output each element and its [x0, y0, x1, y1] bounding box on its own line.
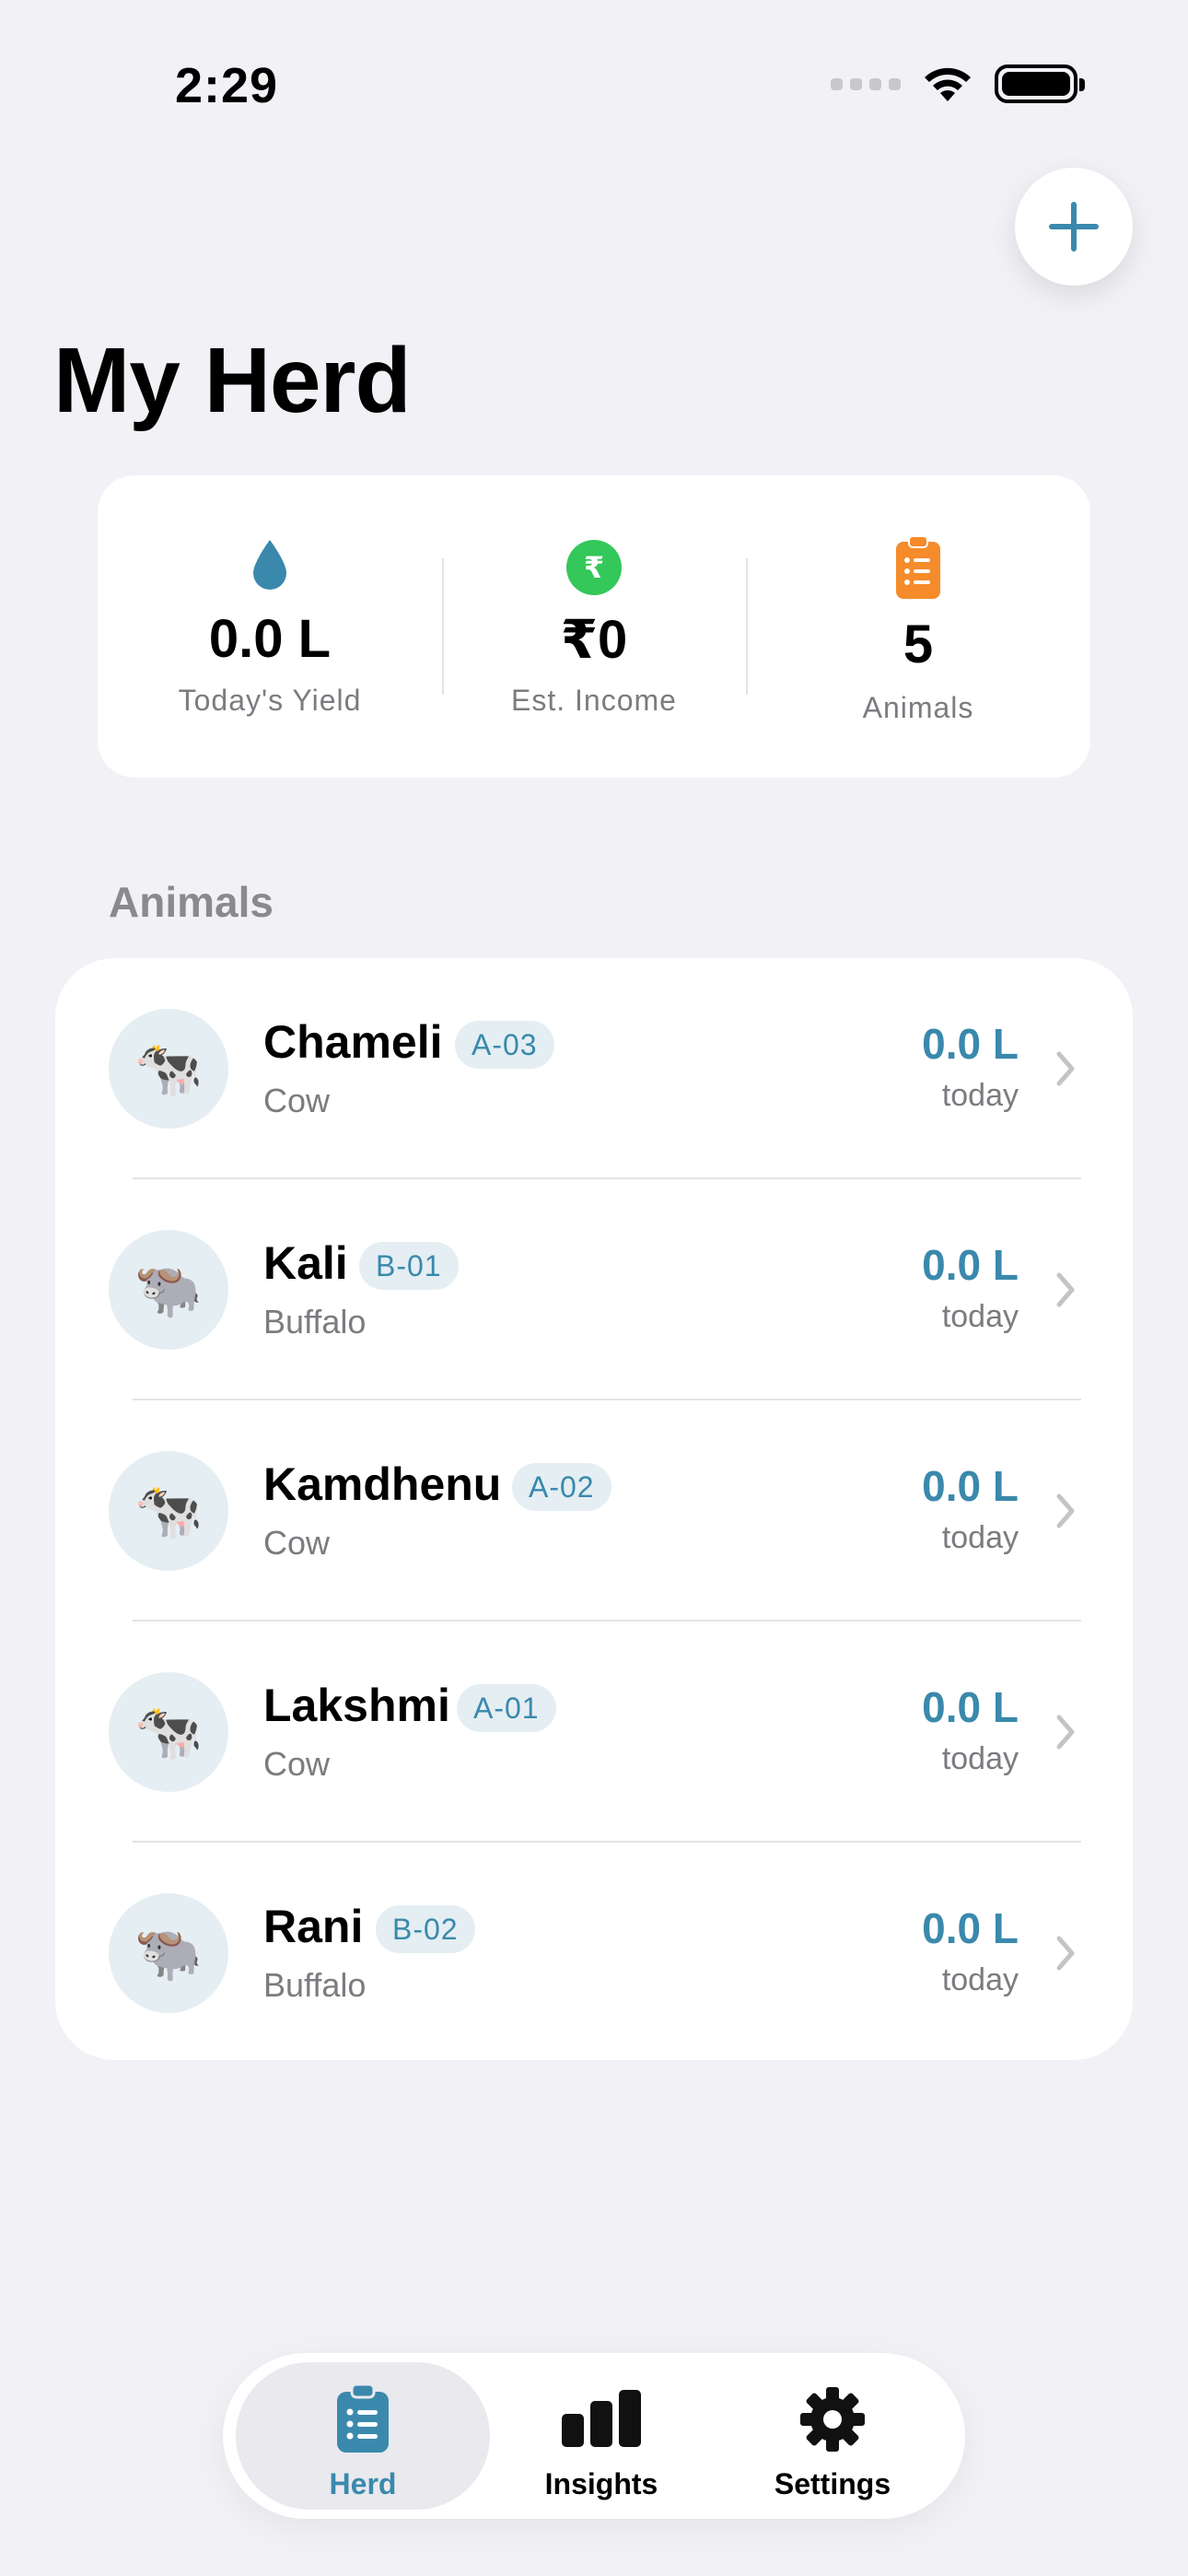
animal-yield-caption: today	[941, 1520, 1019, 1555]
buffalo-avatar: 🐃	[109, 1230, 228, 1350]
add-animal-button[interactable]	[1015, 168, 1133, 286]
animal-yield-caption: today	[941, 1078, 1019, 1113]
animal-yield-caption: today	[941, 1741, 1019, 1776]
bar-chart-icon	[562, 2390, 641, 2447]
tab-bar: Herd Insights Settings	[223, 2353, 965, 2519]
animal-name: Kamdhenu	[263, 1458, 502, 1510]
tab-herd[interactable]: Herd	[236, 2362, 490, 2510]
animals-count: 5	[903, 615, 934, 674]
herd-screen: 2:29 My Herd 0.0 L Today's Yield ₹ ₹0 Es…	[0, 0, 1188, 2576]
chevron-right-icon	[1056, 1272, 1075, 1307]
chevron-right-icon	[1056, 1936, 1075, 1971]
animal-tag: B-01	[359, 1242, 459, 1290]
cow-avatar: 🐄	[109, 1451, 228, 1571]
tab-insights[interactable]: Insights	[490, 2362, 713, 2510]
animal-tag: A-01	[457, 1684, 556, 1732]
animal-row-kamdhenu[interactable]: 🐄 Kamdhenu A-02 Cow 0.0 L today	[55, 1400, 1133, 1622]
cow-avatar: 🐄	[109, 1009, 228, 1129]
animal-name: Kali	[263, 1237, 348, 1289]
animal-tag: A-02	[512, 1463, 611, 1511]
yield-value: 0.0 L	[208, 609, 332, 669]
animal-list: 🐄 Chameli A-03 Cow 0.0 L today 🐃 Kali B-…	[55, 958, 1133, 2060]
section-header-animals: Animals	[109, 878, 274, 926]
cow-icon: 🐄	[134, 1480, 204, 1541]
summary-card: 0.0 L Today's Yield ₹ ₹0 Est. Income 5 A…	[98, 475, 1090, 778]
buffalo-icon: 🐃	[134, 1922, 204, 1984]
page-title: My Herd	[53, 329, 412, 432]
battery-icon	[995, 64, 1085, 103]
animal-yield-caption: today	[941, 1299, 1019, 1334]
animal-type: Buffalo	[263, 1303, 367, 1341]
status-icons	[831, 64, 1085, 103]
animal-yield: 0.0 L	[922, 1904, 1019, 1952]
animal-yield: 0.0 L	[922, 1683, 1019, 1731]
animal-tag: B-02	[376, 1905, 475, 1953]
animal-row-chameli[interactable]: 🐄 Chameli A-03 Cow 0.0 L today	[55, 958, 1133, 1179]
animal-row-rani[interactable]: 🐃 Rani B-02 Buffalo 0.0 L today	[55, 1843, 1133, 2060]
clipboard-icon	[896, 535, 940, 599]
stat-est-income: ₹ ₹0 Est. Income	[442, 475, 746, 778]
stat-animals: 5 Animals	[746, 475, 1090, 778]
cow-avatar: 🐄	[109, 1672, 228, 1792]
tab-herd-label: Herd	[329, 2467, 397, 2500]
animal-yield: 0.0 L	[922, 1462, 1019, 1510]
animal-type: Cow	[263, 1082, 331, 1119]
stat-todays-yield: 0.0 L Today's Yield	[98, 475, 442, 778]
yield-label: Today's Yield	[178, 684, 362, 717]
svg-text:₹: ₹	[584, 550, 604, 585]
animal-row-lakshmi[interactable]: 🐄 Lakshmi A-01 Cow 0.0 L today	[55, 1622, 1133, 1843]
water-drop-icon	[253, 540, 286, 590]
animal-type: Cow	[263, 1745, 331, 1783]
animals-label: Animals	[862, 691, 974, 724]
income-label: Est. Income	[511, 684, 677, 717]
plus-icon	[1049, 202, 1099, 252]
tab-settings-label: Settings	[774, 2467, 891, 2500]
animal-yield-caption: today	[941, 1962, 1019, 1997]
gear-icon	[800, 2387, 865, 2452]
animal-row-kali[interactable]: 🐃 Kali B-01 Buffalo 0.0 L today	[55, 1179, 1133, 1400]
buffalo-icon: 🐃	[134, 1259, 204, 1320]
animal-name: Lakshmi	[263, 1680, 450, 1731]
animal-name: Rani	[263, 1901, 364, 1952]
chevron-right-icon	[1056, 1715, 1075, 1750]
chevron-right-icon	[1056, 1051, 1075, 1086]
wifi-icon	[925, 67, 971, 101]
income-value: ₹0	[560, 610, 628, 670]
animal-yield: 0.0 L	[922, 1020, 1019, 1068]
cow-icon: 🐄	[134, 1701, 204, 1762]
clipboard-icon	[337, 2383, 389, 2453]
chevron-right-icon	[1056, 1493, 1075, 1528]
buffalo-avatar: 🐃	[109, 1893, 228, 2013]
animal-type: Cow	[263, 1524, 331, 1562]
tab-settings[interactable]: Settings	[713, 2362, 952, 2510]
tab-insights-label: Insights	[544, 2467, 658, 2500]
animal-yield: 0.0 L	[922, 1241, 1019, 1289]
animal-tag: A-03	[455, 1021, 554, 1069]
cow-icon: 🐄	[134, 1037, 204, 1099]
animal-type: Buffalo	[263, 1966, 367, 2004]
cellular-signal-icon	[831, 77, 901, 90]
status-time: 2:29	[175, 58, 279, 113]
rupee-icon: ₹	[566, 540, 622, 595]
animal-name: Chameli	[263, 1016, 443, 1068]
